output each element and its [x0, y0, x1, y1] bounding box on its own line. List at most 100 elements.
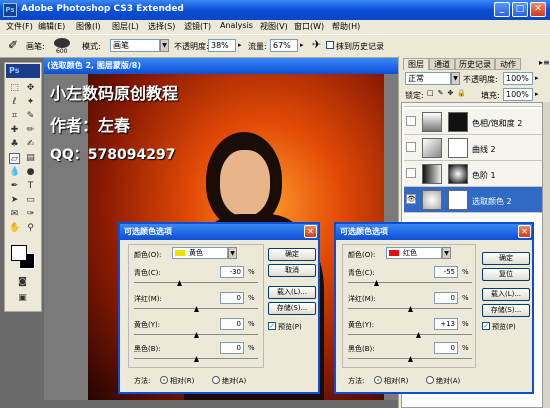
save-button[interactable]: 存储(S)...: [268, 302, 316, 315]
crop-tool-icon[interactable]: ⌗: [9, 111, 20, 122]
relative-radio[interactable]: [374, 376, 382, 384]
yellow-value[interactable]: 0: [220, 318, 244, 330]
menu-view[interactable]: 视图(V): [260, 21, 288, 32]
layer-row-selected[interactable]: 👁 选取颜色 2: [404, 187, 542, 213]
layer-row[interactable]: 色相/饱和度 2: [404, 109, 542, 135]
history-brush-tool-icon[interactable]: ✍: [25, 139, 36, 150]
history-checkbox[interactable]: [326, 41, 334, 49]
pen-tool-icon[interactable]: ✒: [9, 181, 20, 192]
dialog-close-icon[interactable]: ✕: [518, 225, 531, 238]
brush-preview-icon[interactable]: [54, 38, 70, 48]
eyedropper-icon[interactable]: ✑: [25, 209, 36, 220]
black-value[interactable]: 0: [220, 342, 244, 354]
marquee-tool-icon[interactable]: ⬚: [9, 83, 20, 94]
layer-row-partial[interactable]: [404, 103, 542, 107]
dodge-tool-icon[interactable]: ●: [25, 167, 36, 178]
flow-arrow-icon[interactable]: ▸: [300, 41, 304, 49]
menu-window[interactable]: 窗口(W): [294, 21, 324, 32]
mode-select[interactable]: 画笔: [110, 39, 160, 52]
colors-dropdown-icon[interactable]: ▼: [228, 247, 237, 259]
absolute-radio[interactable]: [212, 376, 220, 384]
panel-menu-icon[interactable]: ▸≡: [539, 58, 550, 67]
menu-analysis[interactable]: Analysis: [220, 21, 253, 30]
menu-file[interactable]: 文件(F): [6, 21, 33, 32]
history-brush-icon[interactable]: ✐: [8, 38, 18, 52]
quick-mask-icon[interactable]: ◙: [17, 277, 28, 288]
shape-tool-icon[interactable]: ▭: [25, 195, 36, 206]
lasso-tool-icon[interactable]: ℓ: [9, 97, 20, 108]
cyan-slider-track[interactable]: [134, 282, 258, 283]
colors-select[interactable]: 黄色: [172, 247, 228, 259]
preview-checkbox[interactable]: ✓: [268, 322, 276, 330]
reset-button[interactable]: 复位: [482, 268, 530, 281]
yellow-slider-track[interactable]: [348, 334, 472, 335]
screen-mode-icon[interactable]: ▣: [17, 293, 28, 304]
layer-list-scrollbar[interactable]: [543, 102, 550, 408]
maximize-button[interactable]: □: [512, 2, 528, 17]
magenta-value[interactable]: 0: [220, 292, 244, 304]
foreground-color-swatch[interactable]: [11, 245, 27, 261]
relative-radio[interactable]: [160, 376, 168, 384]
magenta-value[interactable]: 0: [434, 292, 458, 304]
lock-icons[interactable]: □✎✥🔒: [427, 89, 477, 99]
layer-name[interactable]: 选取颜色 2: [472, 196, 512, 207]
visibility-toggle[interactable]: 👁: [406, 194, 416, 204]
tab-layers[interactable]: 图层: [403, 58, 429, 70]
fill-arrow-icon[interactable]: ▸: [535, 90, 539, 98]
layer-row[interactable]: 曲线 2: [404, 135, 542, 161]
save-button[interactable]: 存储(S)...: [482, 304, 530, 317]
layer-row[interactable]: 色阶 1: [404, 161, 542, 187]
menu-filter[interactable]: 滤镜(T): [184, 21, 211, 32]
magic-wand-icon[interactable]: ✦: [25, 97, 36, 108]
blur-tool-icon[interactable]: 💧: [9, 167, 20, 178]
notes-tool-icon[interactable]: ✉: [9, 209, 20, 220]
yellow-value[interactable]: +13: [434, 318, 458, 330]
mode-dropdown-icon[interactable]: ▼: [160, 39, 169, 52]
path-select-icon[interactable]: ➤: [9, 195, 20, 206]
blend-mode-select[interactable]: 正常: [405, 72, 451, 85]
colors-dropdown-icon[interactable]: ▼: [442, 247, 451, 259]
blend-mode-dropdown-icon[interactable]: ▼: [451, 72, 460, 85]
black-value[interactable]: 0: [434, 342, 458, 354]
hand-tool-icon[interactable]: ✋: [9, 223, 20, 234]
dialog-close-icon[interactable]: ✕: [304, 225, 317, 238]
cyan-value[interactable]: -30: [220, 266, 244, 278]
layer-name[interactable]: 色相/饱和度 2: [472, 118, 522, 129]
layer-name[interactable]: 曲线 2: [472, 144, 496, 155]
menu-image[interactable]: 图像(I): [76, 21, 101, 32]
healing-brush-icon[interactable]: ✚: [9, 125, 20, 136]
menu-layer[interactable]: 图层(L): [112, 21, 139, 32]
slice-tool-icon[interactable]: ✎: [25, 111, 36, 122]
layer-opacity-arrow-icon[interactable]: ▸: [535, 74, 539, 82]
menu-help[interactable]: 帮助(H): [332, 21, 360, 32]
menu-edit[interactable]: 编辑(E): [38, 21, 65, 32]
opacity-field[interactable]: 38%: [208, 39, 236, 52]
cancel-button[interactable]: 取消: [268, 264, 316, 277]
ok-button[interactable]: 确定: [482, 252, 530, 265]
visibility-toggle[interactable]: [406, 168, 416, 178]
load-button[interactable]: 载入(L)...: [268, 286, 316, 299]
tab-actions[interactable]: 动作: [495, 58, 521, 70]
minimize-button[interactable]: _: [494, 2, 510, 17]
visibility-toggle[interactable]: [406, 116, 416, 126]
opacity-arrow-icon[interactable]: ▸: [238, 41, 242, 49]
close-button[interactable]: ✕: [530, 2, 546, 17]
move-tool-icon[interactable]: ✥: [25, 83, 36, 94]
eraser-tool-icon[interactable]: ▱: [9, 153, 20, 164]
tab-channels[interactable]: 通道: [429, 58, 455, 70]
ok-button[interactable]: 确定: [268, 248, 316, 261]
menu-select[interactable]: 选择(S): [148, 21, 175, 32]
flow-field[interactable]: 67%: [270, 39, 298, 52]
stamp-tool-icon[interactable]: ♣: [9, 139, 20, 150]
absolute-radio[interactable]: [426, 376, 434, 384]
type-tool-icon[interactable]: T: [25, 181, 36, 192]
preview-checkbox[interactable]: ✓: [482, 322, 490, 330]
gradient-tool-icon[interactable]: ▤: [25, 153, 36, 164]
fill-field[interactable]: 100%: [503, 88, 533, 101]
layer-name[interactable]: 色阶 1: [472, 170, 496, 181]
cyan-value[interactable]: -55: [434, 266, 458, 278]
visibility-toggle[interactable]: [406, 142, 416, 152]
tab-history[interactable]: 历史记录: [455, 58, 495, 70]
cyan-slider-track[interactable]: [348, 282, 472, 283]
airbrush-icon[interactable]: ✈: [312, 38, 321, 51]
